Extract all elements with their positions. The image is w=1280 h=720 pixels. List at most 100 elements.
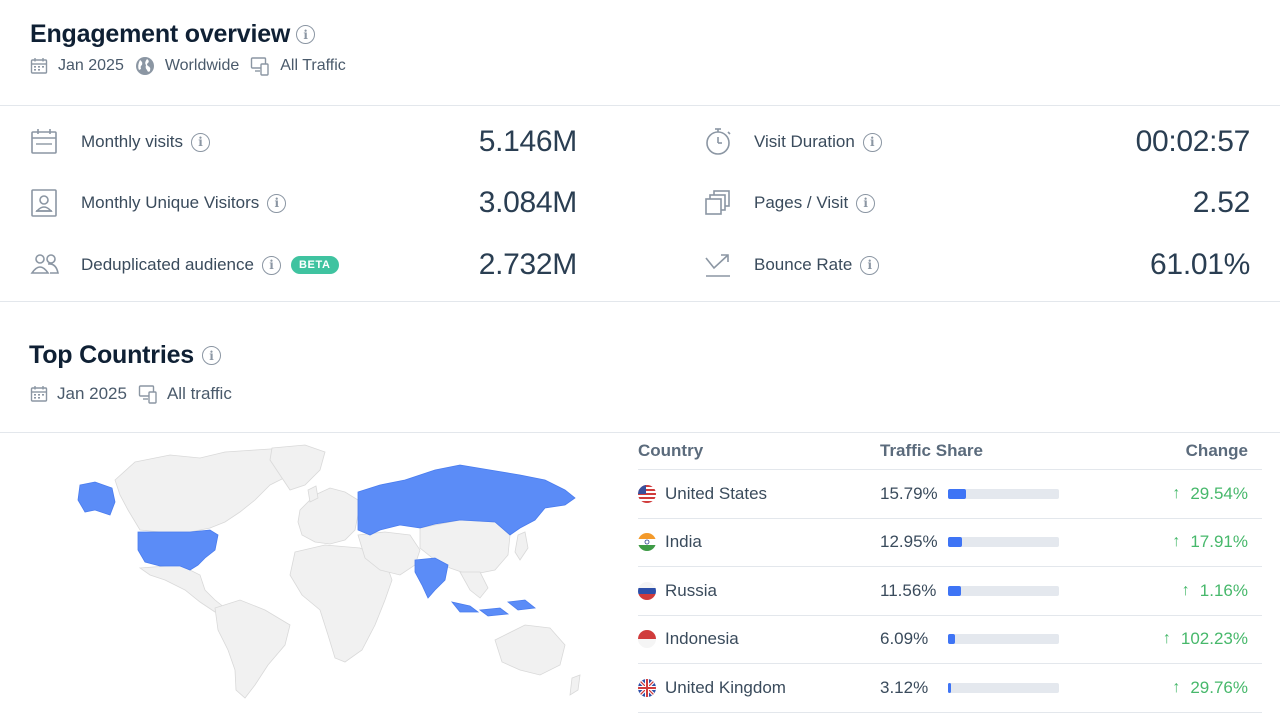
metric-label-text: Deduplicated audience (81, 255, 254, 274)
map-region-europe[interactable] (297, 487, 359, 545)
map-region-south-america[interactable] (214, 599, 291, 699)
metric-label-monthly-visits: Monthly visits i (81, 132, 211, 152)
country-cell: Indonesia (638, 629, 880, 649)
us-flag-icon (638, 484, 656, 503)
metric-value-monthly-visits: 5.146M (478, 125, 578, 158)
filter-date[interactable]: Jan 2025 (30, 57, 124, 75)
info-icon[interactable]: i (201, 346, 221, 365)
filter-traffic-label: All traffic (166, 384, 232, 403)
info-icon[interactable]: i (860, 255, 880, 275)
bounce-arrow-icon (705, 254, 730, 277)
pages-icon (705, 190, 730, 215)
up-arrow-icon: ↑ (1172, 484, 1181, 502)
info-icon[interactable]: i (862, 132, 882, 152)
map-highlight-indonesia[interactable] (450, 599, 536, 617)
table-header: Country Traffic Share Change (638, 433, 1262, 470)
table-row[interactable]: United Kingdom 3.12% ↑ 29.76% (638, 664, 1262, 713)
filter-date-label: Jan 2025 (57, 384, 127, 403)
country-name[interactable]: Indonesia (665, 629, 739, 649)
map-region-new-zealand[interactable] (569, 674, 581, 696)
filter-date[interactable]: Jan 2025 (30, 384, 127, 404)
metric-label-text: Pages / Visit (754, 193, 849, 212)
share-cell: 15.79% (880, 484, 1140, 504)
share-bar-fill (948, 537, 963, 548)
change-value: 102.23% (1180, 629, 1248, 649)
engagement-title: Engagement overview (30, 20, 291, 48)
table-row[interactable]: India 12.95% ↑ 17.91% (638, 519, 1262, 567)
share-bar (948, 682, 1059, 693)
country-cell: United Kingdom (638, 678, 880, 698)
share-bar (948, 537, 1059, 548)
share-cell: 6.09% (880, 629, 1140, 649)
metric-label-unique-visitors: Monthly Unique Visitors i (81, 193, 287, 213)
country-cell: United States (638, 484, 880, 504)
table-row[interactable]: United States 15.79% ↑ 29.54% (638, 470, 1262, 519)
top-countries-table: Country Traffic Share Change United Stat… (638, 433, 1262, 713)
info-icon[interactable]: i (191, 132, 211, 152)
top-countries-header: Top Countries i Jan 2025 All traffic (0, 302, 1280, 433)
change-value: 1.16% (1199, 580, 1248, 600)
map-highlight-united-states[interactable] (137, 529, 219, 571)
beta-badge: BETA (290, 256, 339, 274)
calendar-icon (30, 386, 48, 402)
id-flag-icon (638, 630, 656, 649)
filter-traffic[interactable]: All Traffic (250, 56, 346, 76)
share-bar (948, 634, 1059, 645)
filter-traffic[interactable]: All traffic (138, 384, 232, 404)
info-icon[interactable]: i (261, 255, 281, 275)
metric-pages-visit: Pages / Visit i 2.52 (704, 183, 1250, 223)
metric-monthly-visits: Monthly visits i 5.146M (30, 122, 577, 162)
info-icon[interactable]: i (267, 193, 287, 213)
info-icon[interactable]: i (296, 25, 316, 44)
country-name[interactable]: United Kingdom (665, 678, 786, 698)
ru-flag-icon (638, 581, 656, 600)
share-bar (948, 585, 1059, 596)
map-region-greenland[interactable] (269, 444, 326, 491)
metric-value-bounce-rate: 61.01% (1150, 248, 1250, 281)
map-region-japan[interactable] (514, 531, 529, 561)
share-value: 6.09% (880, 629, 929, 649)
people-icon (30, 254, 59, 274)
share-cell: 12.95% (880, 532, 1140, 552)
info-icon[interactable]: i (856, 193, 876, 213)
map-highlight-india[interactable] (414, 557, 449, 599)
country-name[interactable]: United States (665, 484, 767, 504)
gb-flag-icon (638, 678, 656, 697)
country-cell: India (638, 532, 880, 552)
country-name[interactable]: India (665, 532, 702, 552)
change-cell: ↑ 1.16% (1140, 581, 1262, 601)
filter-traffic-label: All Traffic (280, 57, 346, 74)
map-highlight-alaska[interactable] (77, 481, 116, 516)
metric-label-dedup-audience: Deduplicated audience i BETA (81, 255, 339, 275)
metric-value-dedup-audience: 2.732M (478, 248, 578, 281)
metric-value-pages-visit: 2.52 (1192, 186, 1251, 219)
metric-label-text: Bounce Rate (754, 255, 853, 274)
column-header-country[interactable]: Country (638, 441, 880, 461)
calendar-icon (31, 129, 57, 154)
metric-label-bounce-rate: Bounce Rate i (754, 255, 880, 275)
table-row[interactable]: Russia 11.56% ↑ 1.16% (638, 567, 1262, 616)
devices-icon (138, 385, 157, 404)
metric-label-text: Monthly Unique Visitors (81, 193, 260, 212)
map-region-southeast-asia[interactable] (459, 571, 489, 599)
share-bar-fill (948, 585, 961, 596)
change-cell: ↑ 17.91% (1140, 532, 1262, 552)
top-countries-filters: Jan 2025 All traffic (30, 384, 243, 404)
share-value: 15.79% (880, 483, 938, 503)
map-region-mexico[interactable] (138, 564, 226, 613)
globe-icon (135, 57, 154, 75)
share-bar-fill (948, 488, 966, 499)
filter-country[interactable]: Worldwide (135, 56, 239, 76)
change-value: 29.76% (1190, 677, 1248, 697)
user-badge-icon (31, 189, 57, 217)
engagement-metrics: Monthly visits i 5.146M Monthly Unique Vi… (0, 106, 1280, 302)
share-cell: 3.12% (880, 678, 1140, 698)
column-header-share[interactable]: Traffic Share (880, 441, 1140, 461)
share-value: 12.95% (880, 532, 938, 552)
map-region-australia[interactable] (494, 624, 566, 676)
column-header-change[interactable]: Change (1140, 441, 1262, 461)
table-row[interactable]: Indonesia 6.09% ↑ 102.23% (638, 616, 1262, 664)
top-countries-title: Top Countries (29, 341, 194, 369)
world-map[interactable] (40, 440, 600, 705)
country-name[interactable]: Russia (665, 581, 717, 601)
